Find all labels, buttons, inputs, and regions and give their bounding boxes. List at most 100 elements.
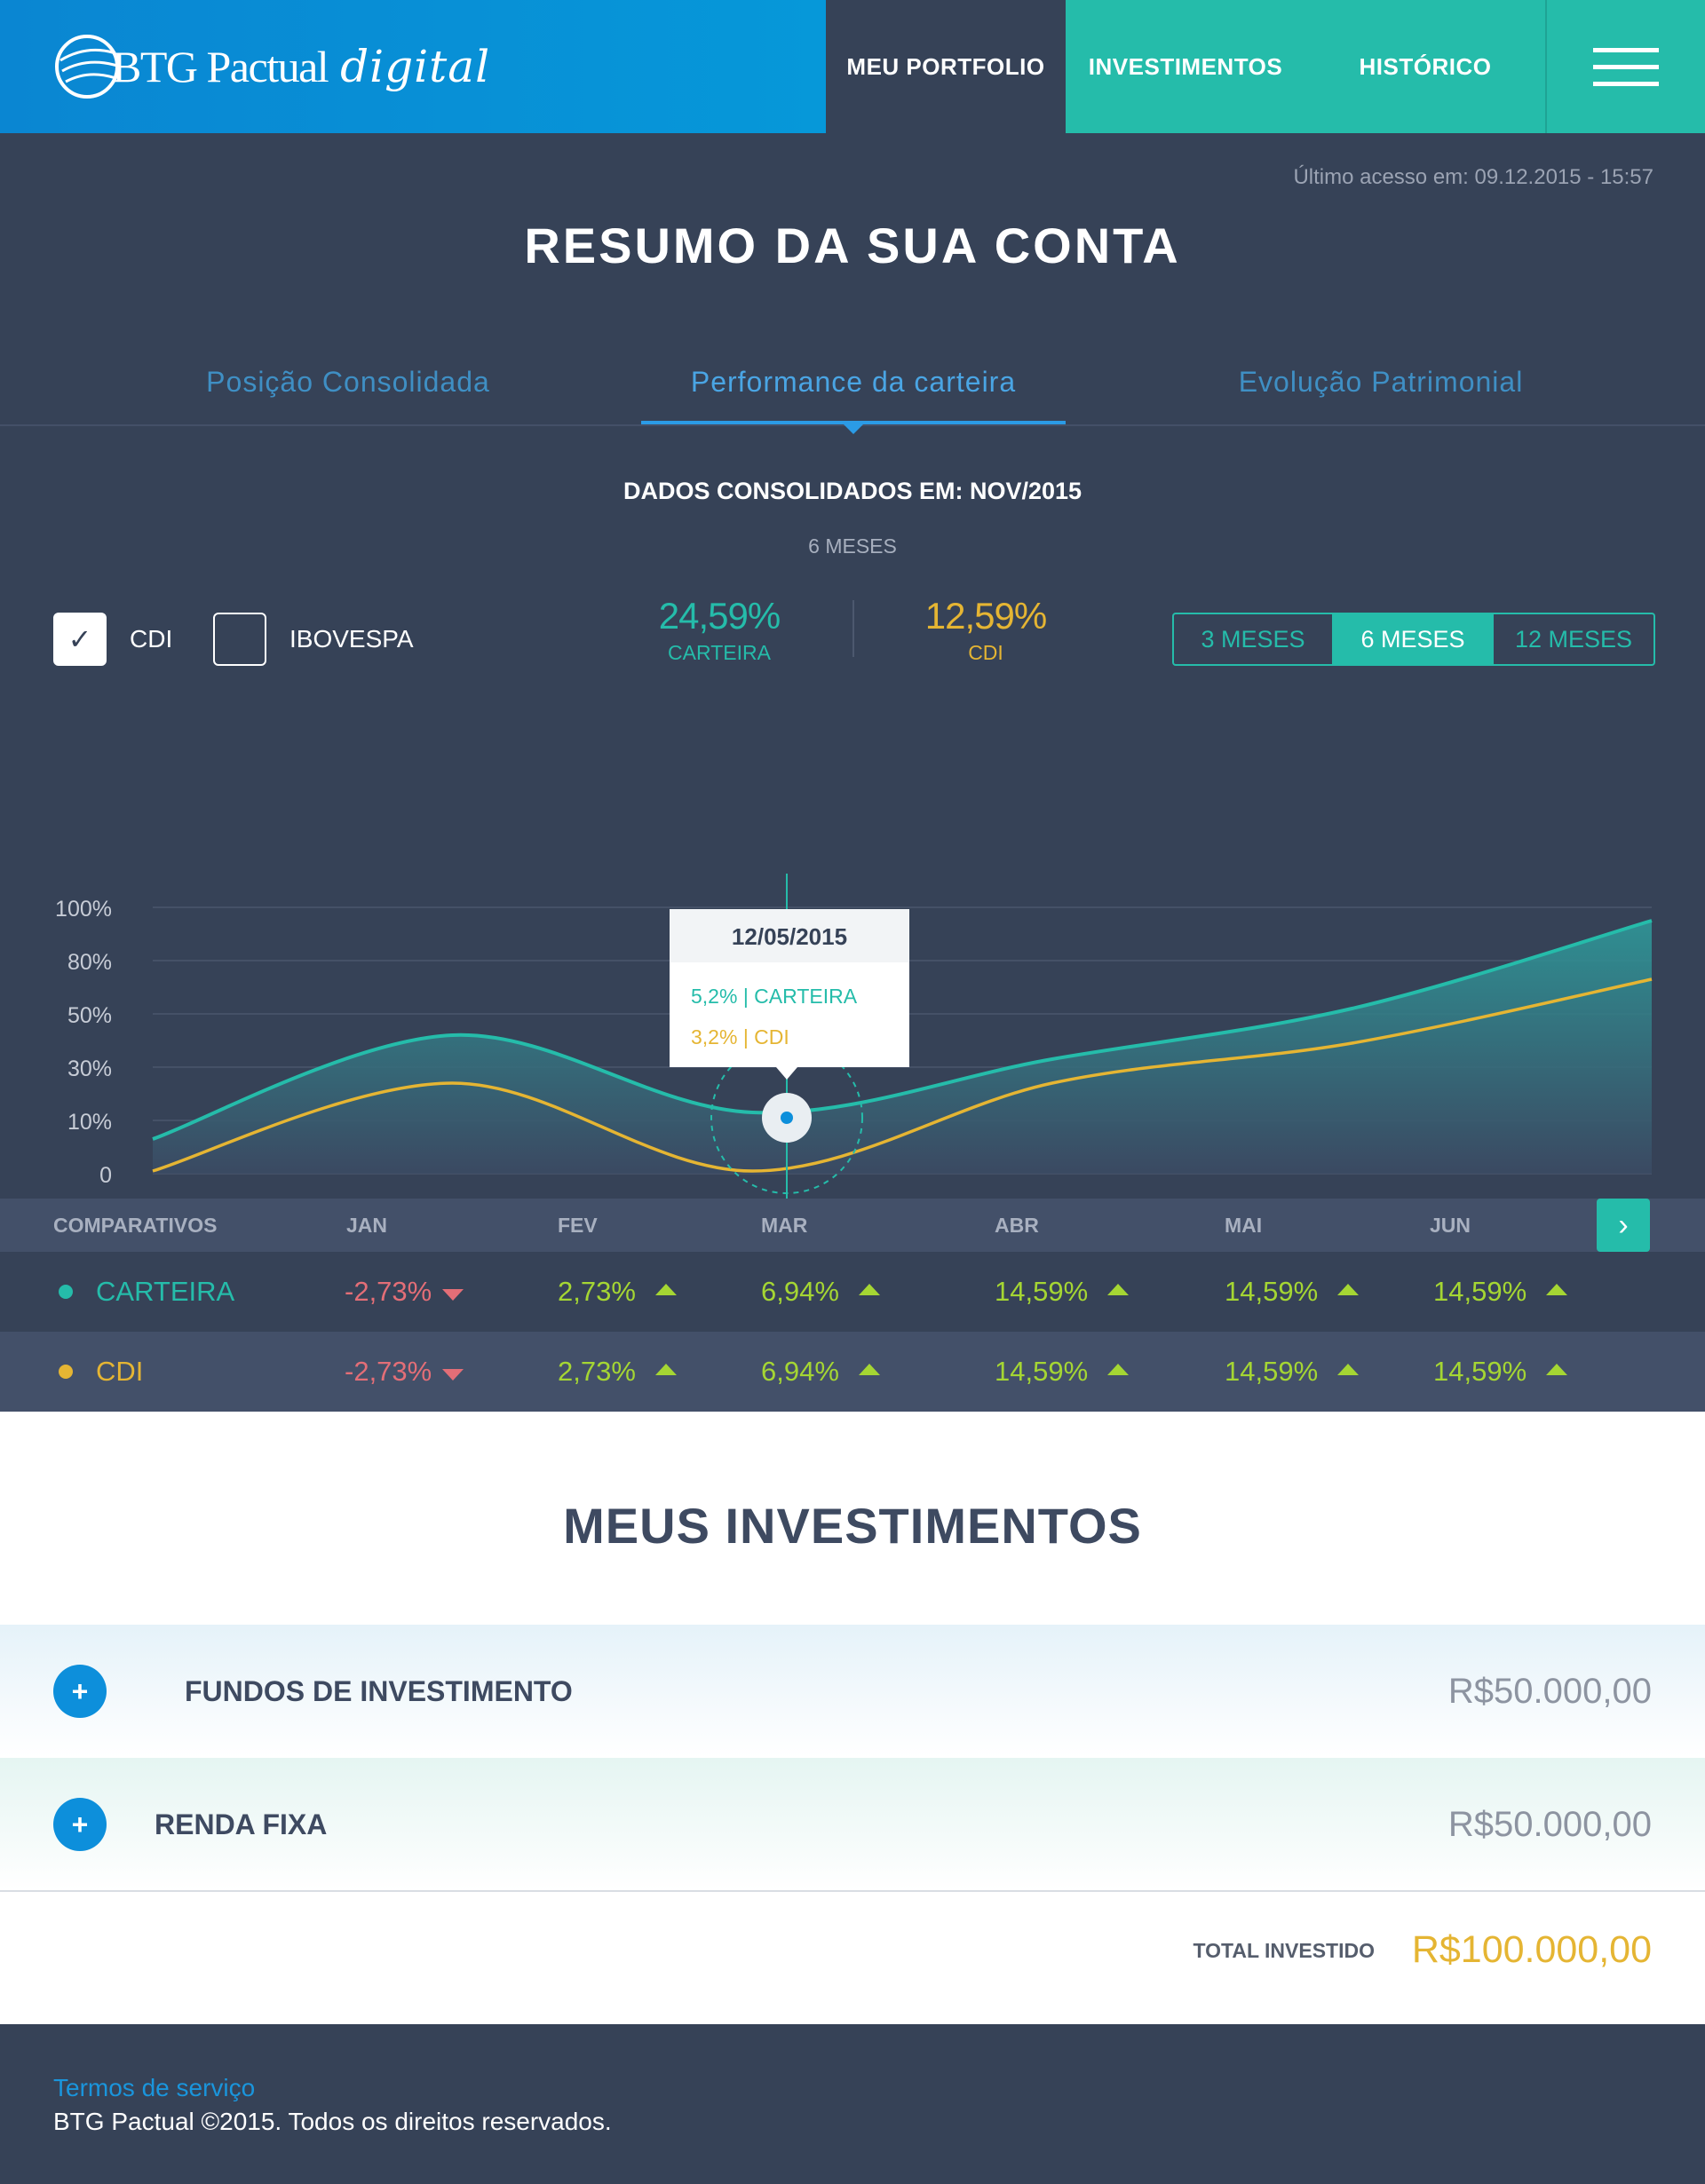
cell-value: 14,59% bbox=[1433, 1332, 1568, 1412]
value-text: 14,59% bbox=[995, 1356, 1089, 1387]
checkmark-icon: ✓ bbox=[67, 623, 92, 655]
logo-script: digital bbox=[340, 41, 491, 92]
value-text: 6,94% bbox=[761, 1356, 839, 1387]
arrow-up-icon bbox=[1337, 1363, 1360, 1375]
tab-posicao-consolidada[interactable]: Posição Consolidada bbox=[0, 337, 696, 426]
total-invested-label: TOTAL INVESTIDO bbox=[1193, 1939, 1375, 1962]
checkbox-ibovespa-box[interactable] bbox=[213, 613, 266, 666]
stat-cdi: 12,59% CDI bbox=[897, 595, 1075, 665]
logo-word: BTG Pactual bbox=[112, 42, 329, 91]
cell-value: 2,73% bbox=[558, 1332, 677, 1412]
checkbox-cdi[interactable]: ✓ CDI bbox=[53, 613, 172, 666]
arrow-up-icon bbox=[1337, 1283, 1360, 1295]
value-text: 14,59% bbox=[1225, 1276, 1319, 1307]
col-header-mar: MAR bbox=[761, 1213, 808, 1237]
value-text: 2,73% bbox=[558, 1356, 636, 1387]
col-header-mai: MAI bbox=[1225, 1213, 1263, 1237]
row-name: CARTEIRA bbox=[96, 1276, 235, 1307]
period-label: 6 MESES bbox=[808, 534, 897, 558]
cell-value: -2,73% bbox=[345, 1252, 464, 1332]
cell-value: 14,59% bbox=[995, 1252, 1130, 1332]
col-header-jan: JAN bbox=[346, 1213, 388, 1237]
checkbox-cdi-label: CDI bbox=[130, 625, 173, 653]
checkbox-ibovespa-label: IBOVESPA bbox=[289, 625, 414, 653]
stat-carteira-value: 24,59% bbox=[658, 595, 781, 637]
tooltip-date: 12/05/2015 bbox=[732, 923, 847, 950]
total-invested-value: R$100.000,00 bbox=[1411, 1928, 1652, 1971]
arrow-up-icon bbox=[654, 1283, 677, 1295]
chart-y-ticks: 100% 80% 50% 30% 10% 0 bbox=[55, 897, 112, 1188]
terms-link[interactable]: Termos de serviço bbox=[53, 2074, 255, 2102]
period-3-meses[interactable]: 3 MESES bbox=[1174, 614, 1334, 664]
value-text: 2,73% bbox=[558, 1276, 636, 1307]
carteira-dot-icon bbox=[59, 1285, 73, 1299]
investment-row-renda-fixa[interactable]: + RENDA FIXA R$50.000,00 bbox=[0, 1758, 1705, 1891]
checkbox-cdi-box[interactable]: ✓ bbox=[53, 613, 107, 666]
period-12-meses[interactable]: 12 MESES bbox=[1494, 614, 1653, 664]
btg-logo[interactable]: BTG Pactual digital bbox=[52, 27, 490, 107]
period-selector: 3 MESES 6 MESES 12 MESES bbox=[1172, 613, 1655, 666]
performance-chart-svg: 100%80%50%30%10%0 JANFEVMARABRMAIJUN 12/… bbox=[55, 874, 1653, 1230]
period-6-meses[interactable]: 6 MESES bbox=[1334, 614, 1494, 664]
active-tab-caret bbox=[844, 424, 863, 434]
y-tick-label: 10% bbox=[67, 1110, 112, 1135]
tab-performance-carteira[interactable]: Performance da carteira bbox=[641, 337, 1066, 426]
value-text: -2,73% bbox=[345, 1276, 432, 1307]
cell-value: 14,59% bbox=[1225, 1252, 1360, 1332]
cell-value: 6,94% bbox=[761, 1332, 880, 1412]
cell-value: 14,59% bbox=[995, 1332, 1130, 1412]
top-header: BTG Pactual digital MEU PORTFOLIO INVEST… bbox=[0, 0, 1705, 133]
nav-meu-portfolio[interactable]: MEU PORTFOLIO bbox=[826, 0, 1066, 133]
table-row: CDI -2,73% 2,73% 6,94% 14,59% 14,59% 14,… bbox=[0, 1332, 1705, 1412]
stat-divider bbox=[852, 600, 854, 657]
cell-value: -2,73% bbox=[345, 1332, 464, 1412]
arrow-up-icon bbox=[858, 1283, 880, 1295]
summary-tabs: Posição Consolidada Performance da carte… bbox=[0, 337, 1705, 434]
col-header-abr: ABR bbox=[995, 1213, 1039, 1237]
y-tick-label: 50% bbox=[67, 1003, 112, 1028]
comparativos-label: COMPARATIVOS bbox=[53, 1213, 218, 1237]
next-months-button[interactable]: › bbox=[1597, 1199, 1650, 1252]
cell-value: 14,59% bbox=[1433, 1252, 1568, 1332]
col-header-fev: FEV bbox=[558, 1213, 598, 1237]
table-row: CARTEIRA -2,73% 2,73% 6,94% 14,59% 14,59… bbox=[0, 1252, 1705, 1332]
arrow-down-icon bbox=[442, 1288, 464, 1301]
stat-cdi-label: CDI bbox=[968, 641, 1003, 664]
value-text: 14,59% bbox=[1225, 1356, 1319, 1387]
investment-amount: R$50.000,00 bbox=[1447, 1804, 1652, 1844]
col-header-jun: JUN bbox=[1430, 1213, 1471, 1237]
consolidated-date: DADOS CONSOLIDADOS EM: NOV/2015 bbox=[623, 478, 1082, 504]
row-label-cdi: CDI bbox=[59, 1332, 143, 1412]
investments-divider bbox=[0, 1890, 1705, 1892]
comparativos-table: COMPARATIVOS JAN FEV MAR ABR MAI JUN › C… bbox=[0, 1199, 1705, 1412]
chevron-right-icon: › bbox=[1618, 1207, 1629, 1242]
value-text: -2,73% bbox=[345, 1356, 432, 1387]
investment-row-fundos[interactable]: + FUNDOS DE INVESTIMENTO R$50.000,00 bbox=[0, 1625, 1705, 1758]
tab-evolucao-patrimonial[interactable]: Evolução Patrimonial bbox=[1101, 337, 1661, 426]
arrow-up-icon bbox=[1107, 1363, 1130, 1375]
main-nav: MEU PORTFOLIO INVESTIMENTOS HISTÓRICO bbox=[826, 0, 1705, 133]
cell-value: 2,73% bbox=[558, 1252, 677, 1332]
expand-plus-icon[interactable]: + bbox=[53, 1798, 107, 1851]
nav-historico[interactable]: HISTÓRICO bbox=[1305, 0, 1545, 133]
stat-cdi-value: 12,59% bbox=[924, 595, 1047, 637]
expand-plus-icon[interactable]: + bbox=[53, 1665, 107, 1718]
stat-carteira: 24,59% CARTEIRA bbox=[630, 595, 808, 665]
comparativos-header: COMPARATIVOS JAN FEV MAR ABR MAI JUN › bbox=[0, 1199, 1705, 1252]
investment-name: RENDA FIXA bbox=[155, 1808, 328, 1840]
nav-investimentos[interactable]: INVESTIMENTOS bbox=[1066, 0, 1305, 133]
copyright-text: BTG Pactual ©2015. Todos os direitos res… bbox=[53, 2108, 612, 2135]
tooltip-cdi-line: 3,2% | CDI bbox=[691, 1025, 789, 1048]
value-text: 14,59% bbox=[1433, 1276, 1527, 1307]
y-tick-label: 100% bbox=[55, 897, 112, 922]
row-name: CDI bbox=[96, 1356, 144, 1387]
value-text: 14,59% bbox=[1433, 1356, 1527, 1387]
row-label-carteira: CARTEIRA bbox=[59, 1252, 234, 1332]
checkbox-ibovespa[interactable]: IBOVESPA bbox=[213, 613, 414, 666]
performance-chart[interactable]: 100% 80% 50% 30% 10% 0 JAN FEV MAR ABR MAI JUN 12/… bbox=[0, 728, 1705, 1261]
hamburger-menu-button[interactable] bbox=[1545, 0, 1705, 133]
hover-point-center bbox=[781, 1112, 793, 1124]
brand-area: BTG Pactual digital bbox=[0, 0, 826, 133]
value-text: 6,94% bbox=[761, 1276, 839, 1307]
hamburger-icon bbox=[1593, 36, 1659, 99]
